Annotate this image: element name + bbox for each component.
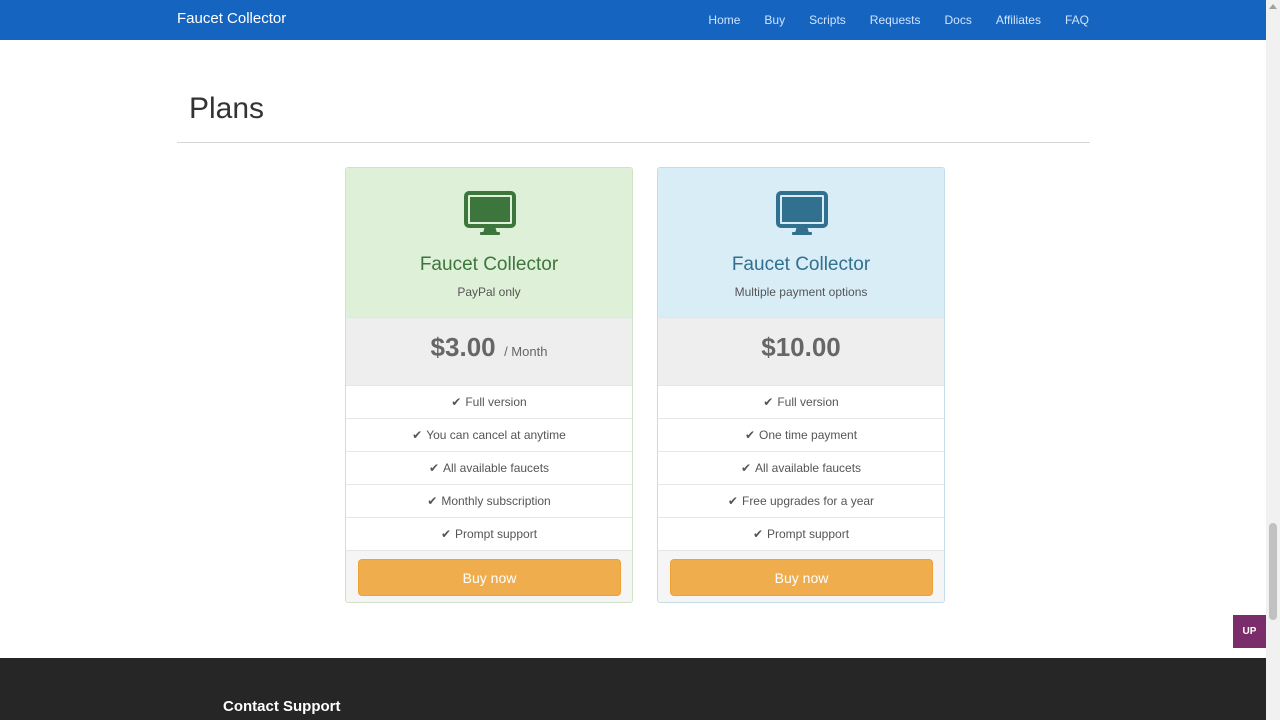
check-icon: ✔: [412, 428, 423, 442]
feature-item: ✔ Monthly subscription: [346, 484, 632, 517]
plan-subtitle: Multiple payment options: [734, 285, 868, 299]
feature-item: ✔ Prompt support: [346, 517, 632, 550]
feature-item: ✔ One time payment: [658, 418, 944, 451]
top-navbar: Faucet Collector Home Buy Scripts Reques…: [0, 0, 1266, 40]
plan-name: Faucet Collector: [419, 254, 559, 275]
vertical-scrollbar[interactable]: [1266, 0, 1280, 720]
nav-home[interactable]: Home: [708, 13, 740, 27]
nav-faq[interactable]: FAQ: [1065, 13, 1089, 27]
feature-label: Monthly subscription: [441, 494, 551, 508]
nav-docs[interactable]: Docs: [945, 13, 972, 27]
title-divider: [177, 142, 1090, 143]
check-icon: ✔: [427, 494, 438, 508]
feature-label: One time payment: [759, 428, 858, 442]
scroll-up-arrow-icon[interactable]: [1269, 4, 1277, 9]
contact-support-heading: Contact Support: [223, 698, 341, 715]
plan-price: $10.00: [761, 332, 841, 362]
feature-item: ✔ You can cancel at anytime: [346, 418, 632, 451]
feature-item: ✔ Full version: [346, 385, 632, 418]
feature-label: You can cancel at anytime: [426, 428, 566, 442]
feature-item: ✔ Full version: [658, 385, 944, 418]
nav-scripts[interactable]: Scripts: [809, 13, 846, 27]
feature-item: ✔ All available faucets: [658, 451, 944, 484]
desktop-monitor-icon: [464, 191, 516, 235]
feature-label: All available faucets: [755, 461, 862, 475]
check-icon: ✔: [740, 461, 751, 475]
check-icon: ✔: [763, 395, 774, 409]
feature-item: ✔ Prompt support: [658, 517, 944, 550]
check-icon: ✔: [744, 428, 755, 442]
nav-requests[interactable]: Requests: [870, 13, 921, 27]
check-icon: ✔: [428, 461, 439, 475]
feature-label: All available faucets: [443, 461, 550, 475]
price-box: $3.00 / Month: [346, 317, 632, 385]
nav-buy[interactable]: Buy: [764, 13, 785, 27]
feature-label: Prompt support: [767, 527, 850, 541]
check-icon: ✔: [752, 527, 763, 541]
check-icon: ✔: [451, 395, 462, 409]
feature-label: Prompt support: [455, 527, 538, 541]
feature-label: Free upgrades for a year: [741, 494, 875, 508]
check-icon: ✔: [727, 494, 738, 508]
nav-affiliates[interactable]: Affiliates: [996, 13, 1041, 27]
feature-item: ✔ All available faucets: [346, 451, 632, 484]
plan-card-header: Faucet Collector Multiple payment option…: [658, 168, 944, 317]
plan-price: $3.00: [430, 332, 496, 362]
buy-footer: Buy now: [658, 550, 944, 602]
page-footer: Contact Support: [0, 658, 1266, 720]
price-box: $10.00: [658, 317, 944, 385]
plan-card-header: Faucet Collector PayPal only: [346, 168, 632, 317]
feature-label: Full version: [777, 395, 839, 409]
plan-subtitle: PayPal only: [457, 285, 521, 299]
main-nav: Home Buy Scripts Requests Docs Affiliate…: [684, 0, 1089, 40]
scroll-thumb[interactable]: [1269, 523, 1277, 620]
plan-period: / Month: [504, 344, 548, 359]
page-title: Plans: [189, 92, 265, 125]
feature-label: Full version: [465, 395, 527, 409]
scroll-to-top-button[interactable]: UP: [1233, 615, 1266, 648]
plan-name: Faucet Collector: [731, 254, 871, 275]
feature-item: ✔ Free upgrades for a year: [658, 484, 944, 517]
plan-card-lifetime: Faucet Collector Multiple payment option…: [657, 167, 945, 603]
buy-now-button-monthly[interactable]: Buy now: [358, 559, 621, 596]
brand-link[interactable]: Faucet Collector: [177, 10, 286, 27]
plan-card-monthly: Faucet Collector PayPal only $3.00 / Mon…: [345, 167, 633, 603]
buy-footer: Buy now: [346, 550, 632, 602]
desktop-monitor-icon: [776, 191, 828, 235]
check-icon: ✔: [440, 527, 451, 541]
buy-now-button-lifetime[interactable]: Buy now: [670, 559, 933, 596]
